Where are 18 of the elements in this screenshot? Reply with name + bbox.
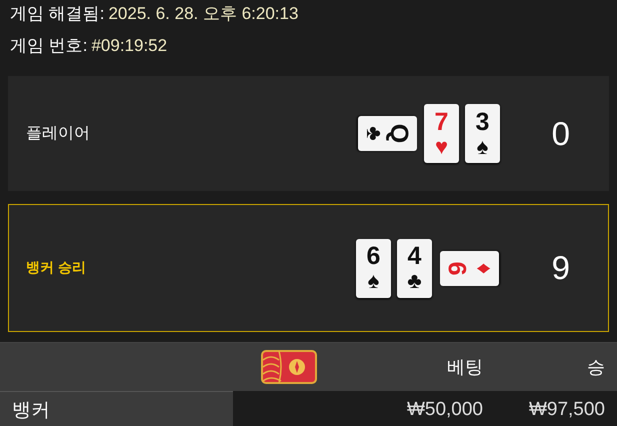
table-cell: 뱅커 [0, 391, 233, 426]
playing-card: 4 ♣ [397, 238, 432, 298]
info-value: 2025. 6. 28. 오후 6:20:13 [108, 4, 298, 23]
playing-card: 7 ♥ [424, 104, 459, 163]
hand-label: 뱅커 승리 [26, 259, 87, 277]
envelope-icon [261, 350, 317, 384]
playing-card: 3 ♠ [465, 104, 500, 163]
playing-card: 6 ♠ [356, 238, 391, 298]
hand-score: 0 [550, 114, 571, 152]
playing-card: Q ♣ [358, 116, 416, 151]
column-header: 베팅 [446, 356, 483, 379]
column-header: 승 [586, 356, 606, 379]
playing-card: 9 ♦ [440, 250, 498, 286]
hand-label: 플레이어 [26, 124, 91, 144]
info-label: 게임 번호: [10, 36, 88, 55]
info-label: 게임 해결됨: [10, 4, 104, 23]
info-value: #09:19:52 [91, 36, 168, 55]
hand-score: 9 [550, 249, 571, 287]
